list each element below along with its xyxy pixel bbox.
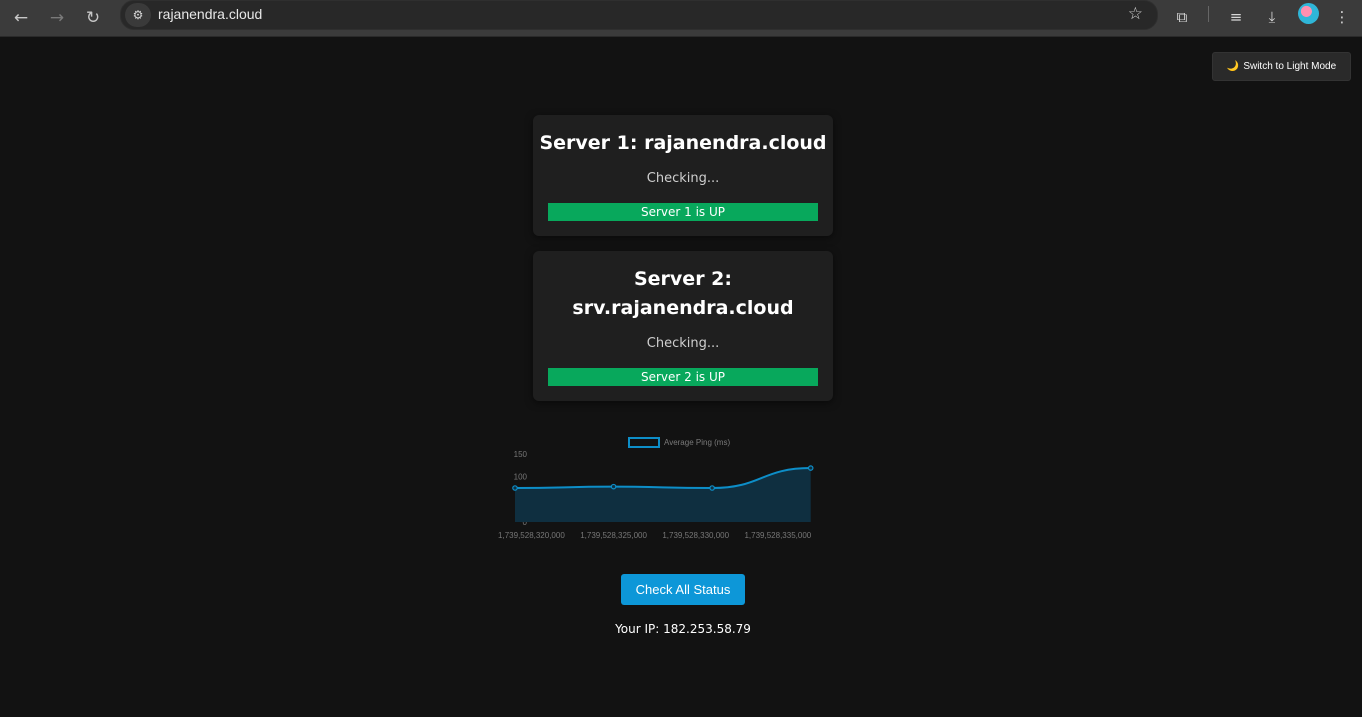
data-point — [709, 485, 715, 491]
server-2-checking: Checking... — [646, 336, 720, 351]
media-icon[interactable]: ≡ — [1222, 3, 1250, 31]
address-bar[interactable]: ⚙ rajanendra.cloud ☆ — [120, 0, 1158, 30]
ping-chart: Average Ping (ms)1501005001,739,528,320,… — [498, 437, 814, 540]
x-tick-label: 1,739,528,335,000 — [744, 531, 811, 540]
server-1-checking: Checking... — [646, 171, 720, 186]
ip-address: Your IP: 182.253.58.79 — [615, 622, 751, 636]
legend-swatch — [628, 437, 660, 448]
bookmark-star-icon[interactable]: ☆ — [1128, 4, 1143, 24]
extensions-icon[interactable]: ⧉ — [1168, 3, 1196, 31]
data-point — [512, 485, 518, 491]
server-card-2: Server 2: srv.rajanendra.cloud Checking.… — [533, 251, 833, 401]
check-all-status-button[interactable]: Check All Status — [621, 574, 745, 605]
moon-icon: 🌙 — [1226, 61, 1240, 72]
url-text[interactable]: rajanendra.cloud — [158, 6, 262, 22]
server-2-status-badge: Server 2 is UP — [548, 368, 818, 386]
server-2-title: Server 2: srv.rajanendra.cloud — [572, 268, 794, 319]
x-tick-label: 1,739,528,325,000 — [580, 531, 647, 540]
y-tick-label: 100 — [514, 473, 528, 482]
x-tick-label: 1,739,528,330,000 — [662, 531, 729, 540]
theme-toggle-label: Switch to Light Mode — [1243, 61, 1337, 72]
download-icon[interactable]: ⤓ — [1258, 3, 1286, 31]
x-tick-label: 1,739,528,320,000 — [498, 531, 565, 540]
server-1-title: Server 1: rajanendra.cloud — [539, 132, 827, 154]
profile-avatar[interactable] — [1298, 3, 1319, 24]
server-1-status-badge: Server 1 is UP — [548, 203, 818, 221]
site-info-icon[interactable]: ⚙ — [125, 3, 151, 27]
data-point — [807, 465, 814, 471]
browser-toolbar: ← → ↻ ⚙ rajanendra.cloud ☆ ⧉ ≡ ⤓ ⋮ — [0, 0, 1362, 37]
data-point — [610, 483, 617, 490]
server-card-1: Server 1: rajanendra.cloud Checking... S… — [533, 115, 833, 236]
y-tick-label: 150 — [514, 450, 528, 459]
reload-icon[interactable]: ↻ — [78, 3, 108, 33]
theme-toggle-button[interactable]: 🌙 Switch to Light Mode — [1212, 52, 1351, 81]
back-arrow-icon[interactable]: ← — [6, 3, 36, 33]
menu-icon[interactable]: ⋮ — [1328, 3, 1356, 31]
legend-label: Average Ping (ms) — [664, 438, 730, 447]
toolbar-divider — [1208, 6, 1209, 22]
forward-arrow-icon[interactable]: → — [42, 3, 72, 33]
